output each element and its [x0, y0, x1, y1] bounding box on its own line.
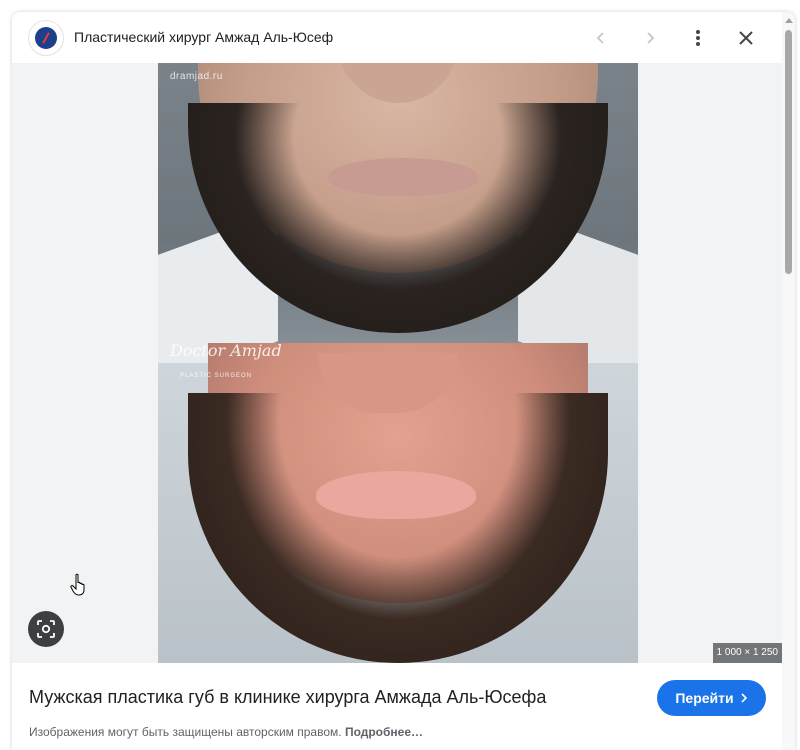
copyright-text: Изображения могут быть защищены авторски…: [29, 725, 342, 739]
lens-search-button[interactable]: [28, 611, 64, 647]
lens-search-icon: [37, 620, 55, 638]
image-viewer: dramjad.ru Doctor Amjad PLASTIC SURGEON …: [12, 63, 782, 663]
watermark: dramjad.ru: [170, 71, 223, 82]
site-title[interactable]: Пластический хирург Амжад Аль-Юсеф: [74, 29, 333, 45]
before-photo: dramjad.ru: [158, 63, 638, 385]
preview-footer: Мужская пластика губ в клинике хирурга А…: [12, 663, 782, 750]
next-button[interactable]: [636, 24, 664, 52]
after-photo: [158, 343, 638, 663]
image-dimensions: 1 000 × 1 250: [712, 643, 782, 663]
close-button[interactable]: [732, 24, 760, 52]
image-title[interactable]: Мужская пластика губ в клинике хирурга А…: [29, 687, 546, 708]
chevron-right-icon: [647, 32, 655, 44]
image-preview-panel: Пластический хирург Амжад Аль-Юсеф dramj…: [12, 12, 795, 750]
close-icon: [739, 31, 753, 45]
scroll-up-arrow-icon[interactable]: [785, 18, 793, 23]
more-options-button[interactable]: [684, 24, 712, 52]
copyright-notice: Изображения могут быть защищены авторски…: [29, 725, 423, 739]
site-favicon[interactable]: [28, 20, 64, 56]
hand-cursor-icon: [70, 573, 88, 602]
site-logo-icon: [35, 27, 57, 49]
more-vert-icon: [696, 30, 700, 46]
signature: Doctor Amjad: [170, 341, 282, 360]
scrollbar[interactable]: [782, 12, 795, 750]
chevron-left-icon: [596, 32, 604, 44]
scrollbar-thumb[interactable]: [785, 30, 792, 274]
visit-button[interactable]: Перейти: [657, 680, 766, 716]
previous-button[interactable]: [587, 24, 615, 52]
signature-subtitle: PLASTIC SURGEON: [180, 373, 253, 379]
chevron-right-icon: [741, 693, 747, 703]
learn-more-link[interactable]: Подробнее…: [345, 725, 423, 739]
visit-button-label: Перейти: [675, 690, 734, 706]
preview-image[interactable]: dramjad.ru Doctor Amjad PLASTIC SURGEON: [158, 63, 638, 663]
preview-header: Пластический хирург Амжад Аль-Юсеф: [12, 12, 795, 63]
